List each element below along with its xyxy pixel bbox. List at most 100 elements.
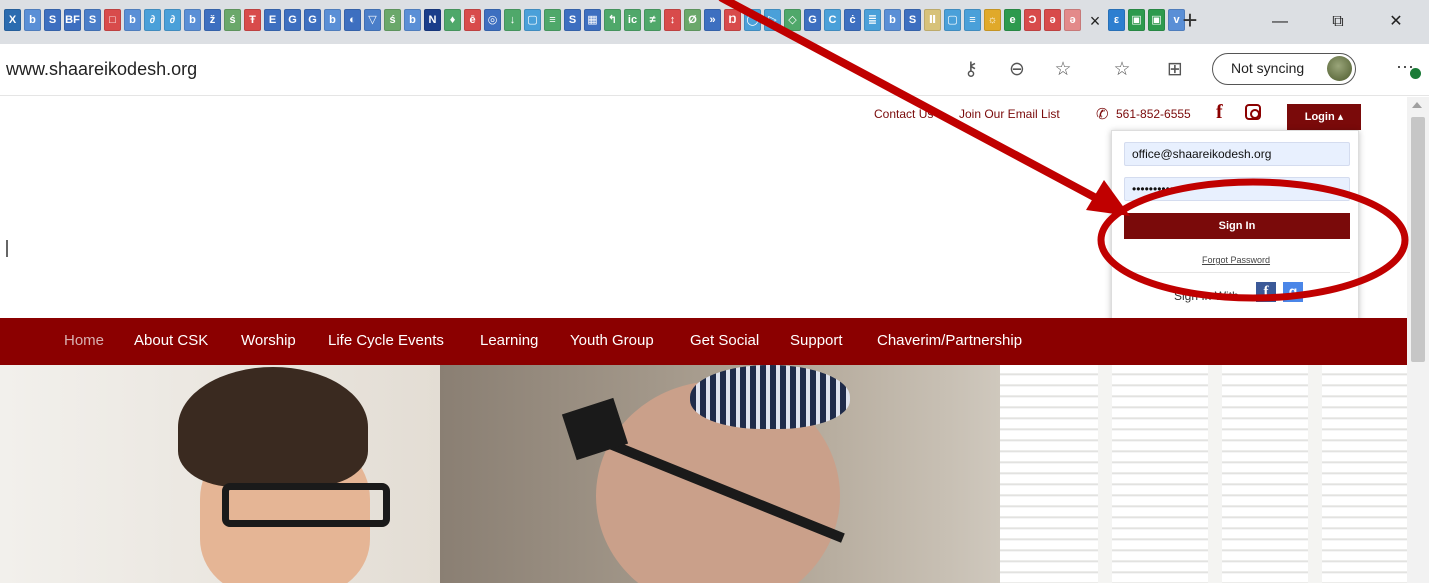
tab-favicon-icon[interactable]: ♦ <box>444 9 461 31</box>
tab-favicon-icon[interactable]: E <box>264 9 281 31</box>
tab-favicon-icon[interactable]: ↕ <box>664 9 681 31</box>
sign-in-button[interactable]: Sign In <box>1124 213 1350 239</box>
tab-favicon-icon[interactable]: S <box>44 9 61 31</box>
tab-favicon-icon[interactable]: ə <box>1064 9 1081 31</box>
tab-favicon-icon[interactable]: ≡ <box>964 9 981 31</box>
tab-favicon-icon[interactable]: ċ <box>844 9 861 31</box>
trailing-tab-favicon-icon[interactable]: ▣ <box>1128 9 1145 31</box>
tab-favicon-icon[interactable]: ∂ <box>164 9 181 31</box>
tab-favicon-icon[interactable]: ē <box>464 9 481 31</box>
tab-favicon-icon[interactable]: Ŧ <box>244 9 261 31</box>
tab-favicon-icon[interactable]: b <box>184 9 201 31</box>
nav-item-learning[interactable]: Learning <box>480 332 538 349</box>
tab-favicon-icon[interactable]: e <box>1004 9 1021 31</box>
phone-link[interactable]: 561-852-6555 <box>1116 107 1191 121</box>
login-button[interactable]: Login ▴ <box>1287 104 1361 130</box>
screenshot-root: Xb S BF S □ b ∂ ∂ b ž ś Ŧ E G Gb ◐ ▽ ś b N ♦ ē ◎ ↓ ▢ ≡ S ▦ ↰ ic ≠ ↕ Ø» Ŋ ◯… <box>0 0 1429 583</box>
tab-favicon-icon[interactable]: ◐ <box>344 9 361 31</box>
tab-favicon-icon[interactable]: BF <box>64 9 81 31</box>
forgot-password-link[interactable]: Forgot Password <box>1112 255 1360 265</box>
tab-favicon-icon[interactable]: ☼ <box>984 9 1001 31</box>
tab-favicon-icon[interactable]: b <box>324 9 341 31</box>
tab-close-icon[interactable]: × <box>1084 9 1106 33</box>
tab-favicon-icon[interactable]: G <box>284 9 301 31</box>
shutter-divider <box>1098 365 1112 583</box>
google-login-icon[interactable]: g <box>1283 282 1303 302</box>
tab-favicon-icon[interactable]: b <box>24 9 41 31</box>
tab-favicon-icon[interactable]: ś <box>224 9 241 31</box>
tab-favicon-icon[interactable]: ▢ <box>944 9 961 31</box>
facebook-icon[interactable]: f <box>1216 101 1223 124</box>
tab-favicon-icon[interactable]: ic <box>624 9 641 31</box>
tab-favicon-icon[interactable]: b <box>884 9 901 31</box>
tab-favicon-icon[interactable]: ≡ <box>544 9 561 31</box>
tab-favicon-icon[interactable]: ž <box>204 9 221 31</box>
new-tab-button[interactable]: + <box>1176 6 1204 36</box>
minimize-icon[interactable]: — <box>1260 8 1300 36</box>
key-icon[interactable]: ⚷ <box>956 55 986 85</box>
favorites-icon[interactable]: ☆ <box>1107 55 1137 85</box>
url-field[interactable]: www.shaareikodesh.org <box>6 59 197 80</box>
tab-favicon-icon[interactable]: ▦ <box>584 9 601 31</box>
tab-favicon-icon[interactable]: ↰ <box>604 9 621 31</box>
email-field[interactable] <box>1124 142 1350 166</box>
sync-label: Not syncing <box>1231 60 1305 76</box>
tab-favicon-icon[interactable]: S <box>84 9 101 31</box>
tab-favicon-icon[interactable]: ↓ <box>504 9 521 31</box>
tab-favicon-icon[interactable]: Ⅱ <box>924 9 941 31</box>
page-scrollbar[interactable] <box>1407 97 1429 583</box>
tab-favicon-icon[interactable]: ▢ <box>524 9 541 31</box>
scroll-up-icon[interactable] <box>1412 102 1422 108</box>
close-window-icon[interactable]: ✕ <box>1376 8 1416 36</box>
nav-item-home[interactable]: Home <box>64 332 104 349</box>
tab-favicon-icon[interactable]: b <box>124 9 141 31</box>
tab-favicon-icon[interactable]: S <box>564 9 581 31</box>
tab-favicon-icon[interactable]: C <box>824 9 841 31</box>
nav-item-about-csk[interactable]: About CSK <box>134 332 208 349</box>
nav-item-worship[interactable]: Worship <box>241 332 296 349</box>
tab-favicon-icon[interactable]: ś <box>384 9 401 31</box>
facebook-login-icon[interactable]: f <box>1256 282 1276 302</box>
shutter-divider <box>1308 365 1322 583</box>
scroll-thumb[interactable] <box>1411 117 1425 362</box>
tab-favicon-icon[interactable]: ▷ <box>764 9 781 31</box>
nav-item-youth-group[interactable]: Youth Group <box>570 332 654 349</box>
restore-icon[interactable]: ⧉ <box>1318 8 1358 36</box>
trailing-tab-favicon-icon[interactable]: ▣ <box>1148 9 1165 31</box>
tab-favicon-icon[interactable]: ▽ <box>364 9 381 31</box>
tab-favicon-icon[interactable]: b <box>404 9 421 31</box>
tab-favicon-icon[interactable]: Ŋ <box>724 9 741 31</box>
tab-favicon-icon[interactable]: G <box>804 9 821 31</box>
collections-icon[interactable]: ⊞ <box>1160 55 1190 85</box>
browser-tab-strip: Xb S BF S □ b ∂ ∂ b ž ś Ŧ E G Gb ◐ ▽ ś b N ♦ ē ◎ ↓ ▢ ≡ S ▦ ↰ ic ≠ ↕ Ø» Ŋ ◯… <box>0 0 1429 44</box>
tab-favicon-icon[interactable]: ≣ <box>864 9 881 31</box>
instagram-icon[interactable] <box>1245 104 1261 120</box>
tab-favicon-icon[interactable]: ə <box>1044 9 1061 31</box>
tab-favicon-icon[interactable]: □ <box>104 9 121 31</box>
password-field[interactable] <box>1124 177 1350 201</box>
tab-favicon-icon[interactable]: G <box>304 9 321 31</box>
more-menu-button[interactable]: ··· <box>1396 56 1424 82</box>
add-favorite-icon[interactable]: ☆ <box>1048 55 1078 85</box>
nav-item-life-cycle-events[interactable]: Life Cycle Events <box>328 332 444 349</box>
email-list-link[interactable]: Join Our Email List <box>959 107 1060 121</box>
tab-favicon-icon[interactable]: ◇ <box>784 9 801 31</box>
nav-item-support[interactable]: Support <box>790 332 843 349</box>
kippah <box>690 365 850 429</box>
tab-favicon-icon[interactable]: ◯ <box>744 9 761 31</box>
nav-item-chaverim-partnership[interactable]: Chaverim/Partnership <box>877 332 1022 349</box>
nav-item-get-social[interactable]: Get Social <box>690 332 759 349</box>
tab-favicon-icon[interactable]: S <box>904 9 921 31</box>
contact-us-link[interactable]: Contact Us <box>874 107 933 121</box>
tab-favicon-icon[interactable]: Ɔ <box>1024 9 1041 31</box>
zoom-out-icon[interactable]: ⊖ <box>1002 55 1032 85</box>
tab-favicon-icon[interactable]: N <box>424 9 441 31</box>
tab-favicon-icon[interactable]: Ø <box>684 9 701 31</box>
tab-favicon-icon[interactable]: X <box>4 9 21 31</box>
sync-button[interactable]: Not syncing <box>1212 53 1356 85</box>
tab-favicon-icon[interactable]: ∂ <box>144 9 161 31</box>
tab-favicon-icon[interactable]: » <box>704 9 721 31</box>
tab-favicon-icon[interactable]: ≠ <box>644 9 661 31</box>
tab-favicon-icon[interactable]: ◎ <box>484 9 501 31</box>
trailing-tab-favicon-icon[interactable]: ε <box>1108 9 1125 31</box>
